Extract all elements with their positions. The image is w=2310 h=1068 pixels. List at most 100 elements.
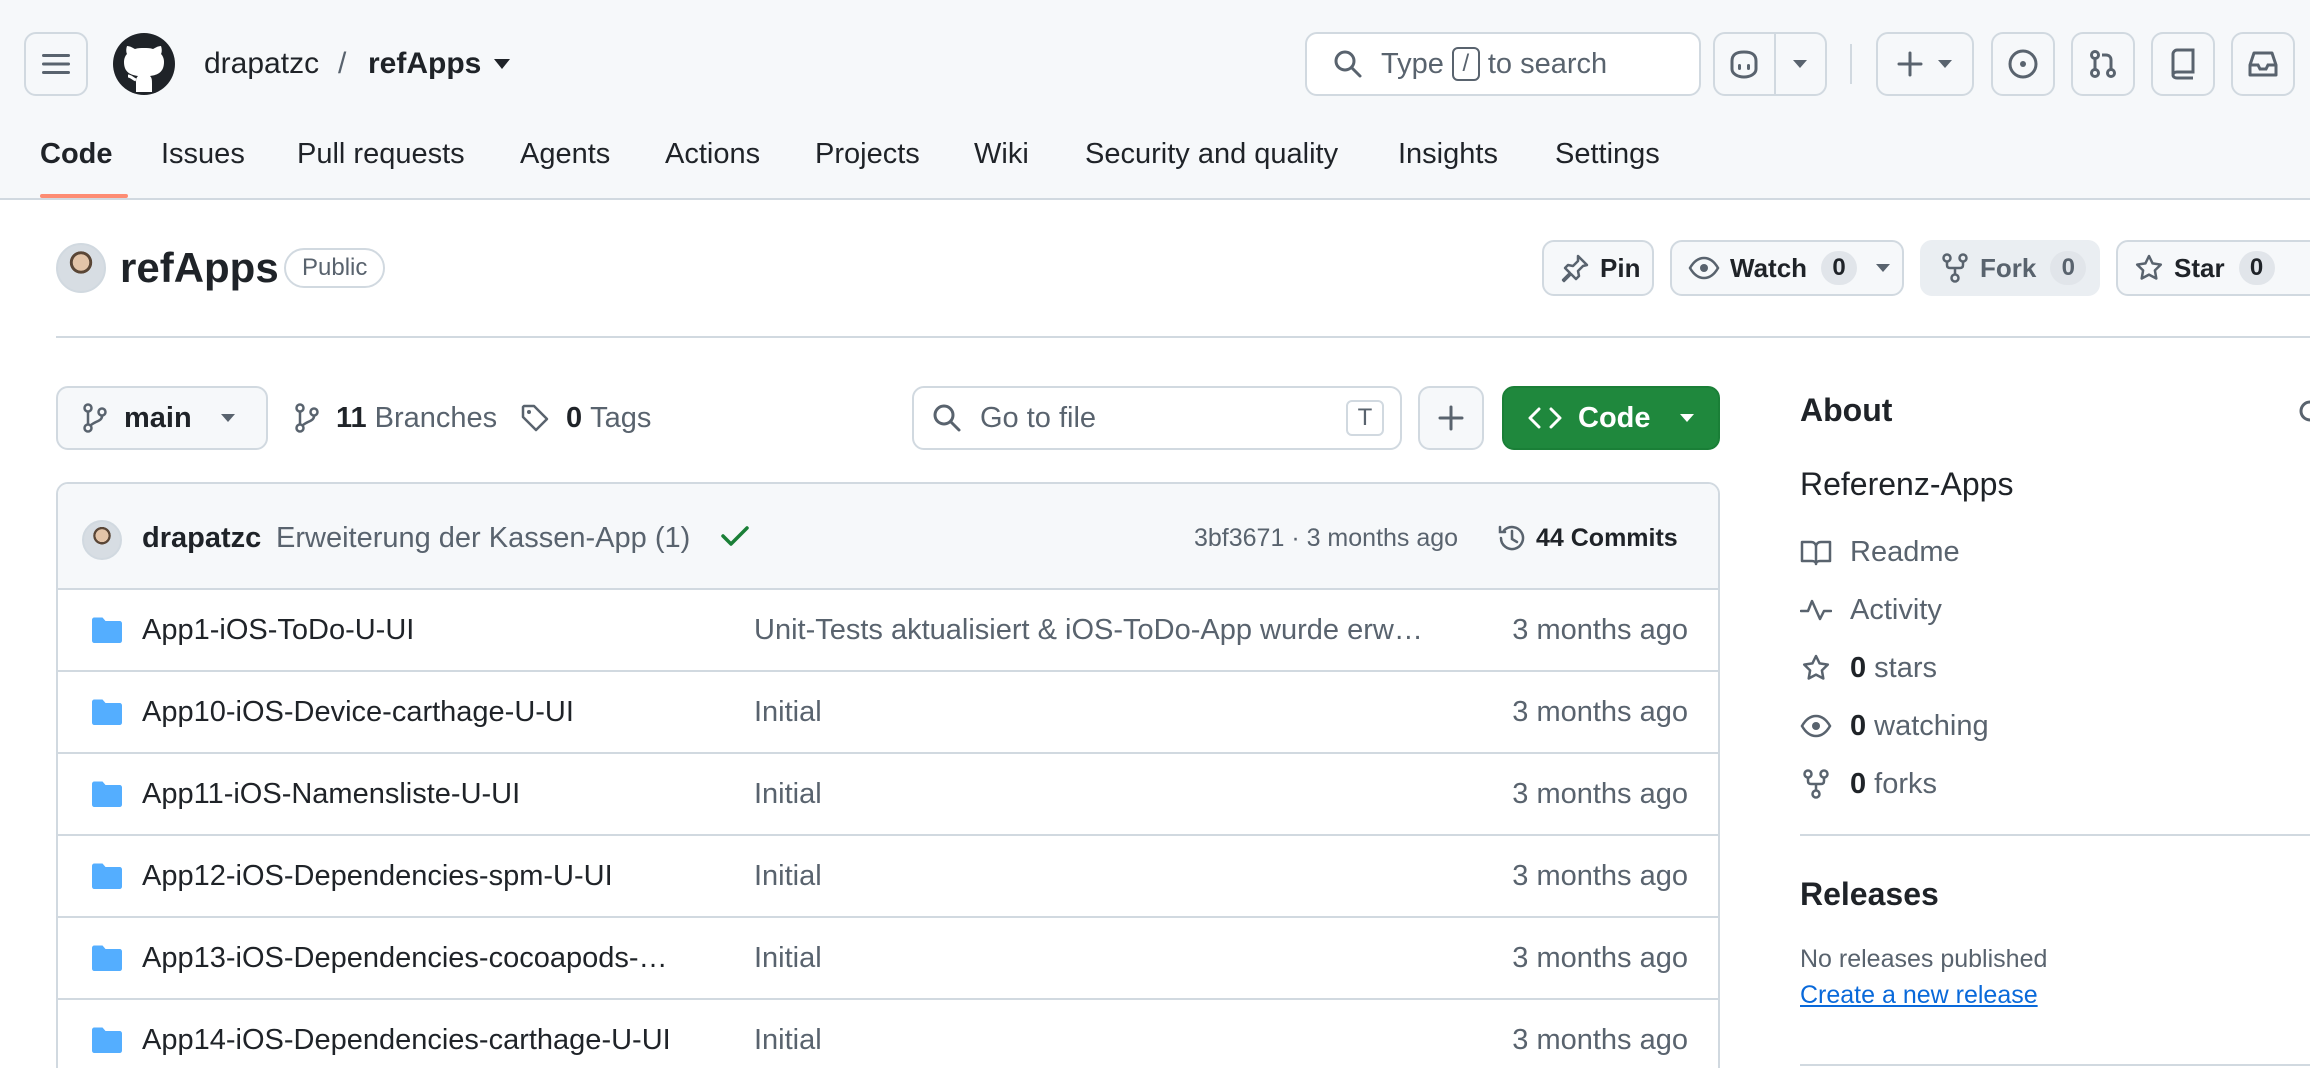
breadcrumb-owner[interactable]: drapatzc [204, 42, 319, 86]
chevron-down-icon[interactable] [492, 58, 512, 70]
gear-icon[interactable] [2296, 396, 2310, 426]
forks-count: 0 [1850, 768, 1867, 800]
file-row[interactable]: App13-iOS-Dependencies-cocoapods-… Initi… [58, 918, 1718, 1000]
git-branch-icon [83, 403, 107, 433]
file-name[interactable]: App1-iOS-ToDo-U-UI [142, 610, 414, 650]
commit-message[interactable]: Erweiterung der Kassen-App (1) [276, 518, 690, 558]
tab-security[interactable]: Security and quality [1085, 134, 1338, 174]
code-button[interactable]: Code [1502, 386, 1720, 450]
owner-avatar[interactable] [56, 243, 106, 293]
commit-hash-time[interactable]: 3bf3671 · 3 months ago [1194, 520, 1458, 556]
fork-button[interactable]: Fork 0 [1920, 240, 2100, 296]
file-row[interactable]: App1-iOS-ToDo-U-UI Unit-Tests aktualisie… [58, 590, 1718, 672]
file-row[interactable]: App11-iOS-Namensliste-U-UI Initial 3 mon… [58, 754, 1718, 836]
breadcrumb-repo[interactable]: refApps [368, 42, 481, 86]
repo-forked-icon [1803, 769, 1829, 799]
file-commit-message[interactable]: Initial [754, 938, 1444, 978]
pull-requests-button[interactable] [2071, 32, 2135, 96]
file-commit-message[interactable]: Initial [754, 856, 1444, 896]
activity-link[interactable]: Activity [1800, 590, 1942, 630]
file-commit-message[interactable]: Unit-Tests aktualisiert & iOS-ToDo-App w… [754, 610, 1444, 650]
forks-label: forks [1874, 768, 1937, 800]
file-name[interactable]: App11-iOS-Namensliste-U-UI [142, 774, 520, 814]
visibility-badge: Public [284, 248, 386, 288]
tags-link[interactable]: 0 Tags [520, 398, 651, 438]
branch-select-button[interactable]: main [56, 386, 268, 450]
tab-code[interactable]: Code [40, 134, 113, 174]
go-to-file-shortcut-key: T [1346, 400, 1384, 436]
github-logo-icon[interactable] [112, 32, 176, 96]
file-row[interactable]: App10-iOS-Device-carthage-U-UI Initial 3… [58, 672, 1718, 754]
repo-description: Referenz-Apps [1800, 466, 2014, 502]
tags-count: 0 [566, 402, 583, 434]
commits-history-link[interactable]: 44 Commits [1496, 518, 1678, 558]
search-icon [933, 404, 961, 432]
issues-button[interactable] [1991, 32, 2055, 96]
file-name[interactable]: App12-iOS-Dependencies-spm-U-UI [142, 856, 613, 896]
file-commit-message[interactable]: Initial [754, 692, 1444, 732]
file-commit-date: 3 months ago [1512, 778, 1688, 810]
file-commit-date: 3 months ago [1512, 860, 1688, 892]
check-icon[interactable] [720, 524, 750, 548]
folder-icon [92, 1027, 122, 1053]
create-new-button[interactable] [1876, 32, 1974, 96]
tag-icon [521, 404, 549, 432]
file-row[interactable]: App12-iOS-Dependencies-spm-U-UI Initial … [58, 836, 1718, 918]
chevron-down-icon[interactable] [1875, 263, 1891, 273]
git-pull-request-icon [2090, 50, 2116, 78]
plus-icon [1438, 405, 1464, 431]
file-commit-message[interactable]: Initial [754, 1020, 1444, 1060]
copilot-button[interactable] [1715, 34, 1776, 94]
tab-settings[interactable]: Settings [1555, 134, 1660, 174]
branches-link[interactable]: 11 Branches [294, 398, 497, 438]
branches-label: Branches [374, 402, 498, 434]
stars-label: stars [1874, 652, 1937, 684]
tab-projects[interactable]: Projects [815, 134, 920, 174]
forks-link[interactable]: 0 forks [1800, 764, 1937, 804]
repo-title[interactable]: refApps [120, 242, 279, 294]
copilot-menu-button[interactable] [1776, 34, 1825, 94]
go-to-file-input[interactable]: Go to file T [912, 386, 1402, 450]
tab-issues[interactable]: Issues [161, 134, 245, 174]
file-name[interactable]: App10-iOS-Device-carthage-U-UI [142, 692, 574, 732]
breadcrumb-separator: / [338, 47, 347, 80]
chevron-down-icon [220, 414, 235, 422]
fork-count: 0 [2050, 251, 2087, 285]
readme-link[interactable]: Readme [1800, 532, 1960, 572]
search-icon [1334, 50, 1362, 78]
file-name[interactable]: App13-iOS-Dependencies-cocoapods-… [142, 938, 668, 978]
stars-link[interactable]: 0 stars [1800, 648, 1937, 688]
watching-count: 0 [1850, 710, 1867, 742]
star-count: 0 [2238, 251, 2275, 285]
file-name[interactable]: App14-iOS-Dependencies-carthage-U-UI [142, 1020, 671, 1060]
tab-agents[interactable]: Agents [520, 134, 610, 174]
star-button[interactable]: Star 0 [2116, 240, 2310, 296]
commit-author-avatar[interactable] [82, 520, 122, 560]
tab-pull-requests[interactable]: Pull requests [297, 134, 465, 174]
tags-label: Tags [590, 402, 652, 434]
eye-icon [1688, 256, 1720, 280]
repositories-button[interactable] [2151, 32, 2215, 96]
menu-button[interactable] [24, 32, 88, 96]
file-commit-message[interactable]: Initial [754, 774, 1444, 814]
branches-count: 11 [336, 402, 367, 434]
activity-label: Activity [1850, 594, 1942, 626]
file-row[interactable]: App14-iOS-Dependencies-carthage-U-UI Ini… [58, 1000, 1718, 1068]
pin-button[interactable]: Pin [1542, 240, 1654, 296]
commit-author[interactable]: drapatzc [142, 518, 261, 558]
releases-heading[interactable]: Releases [1800, 872, 1939, 916]
pulse-icon [1800, 599, 1832, 621]
create-release-link[interactable]: Create a new release [1800, 978, 2038, 1012]
watch-button[interactable]: Watch 0 [1670, 240, 1904, 296]
search-suffix: to search [1487, 47, 1608, 80]
inbox-button[interactable] [2231, 32, 2295, 96]
tab-insights[interactable]: Insights [1398, 134, 1498, 174]
watching-link[interactable]: 0 watching [1800, 706, 1989, 746]
file-commit-date: 3 months ago [1512, 614, 1688, 646]
tab-actions[interactable]: Actions [665, 134, 760, 174]
add-file-button[interactable] [1418, 386, 1484, 450]
folder-icon [92, 863, 122, 889]
global-search-input[interactable]: Type / to search [1305, 32, 1701, 96]
tab-wiki[interactable]: Wiki [974, 134, 1029, 174]
chevron-down-icon [1679, 414, 1694, 422]
